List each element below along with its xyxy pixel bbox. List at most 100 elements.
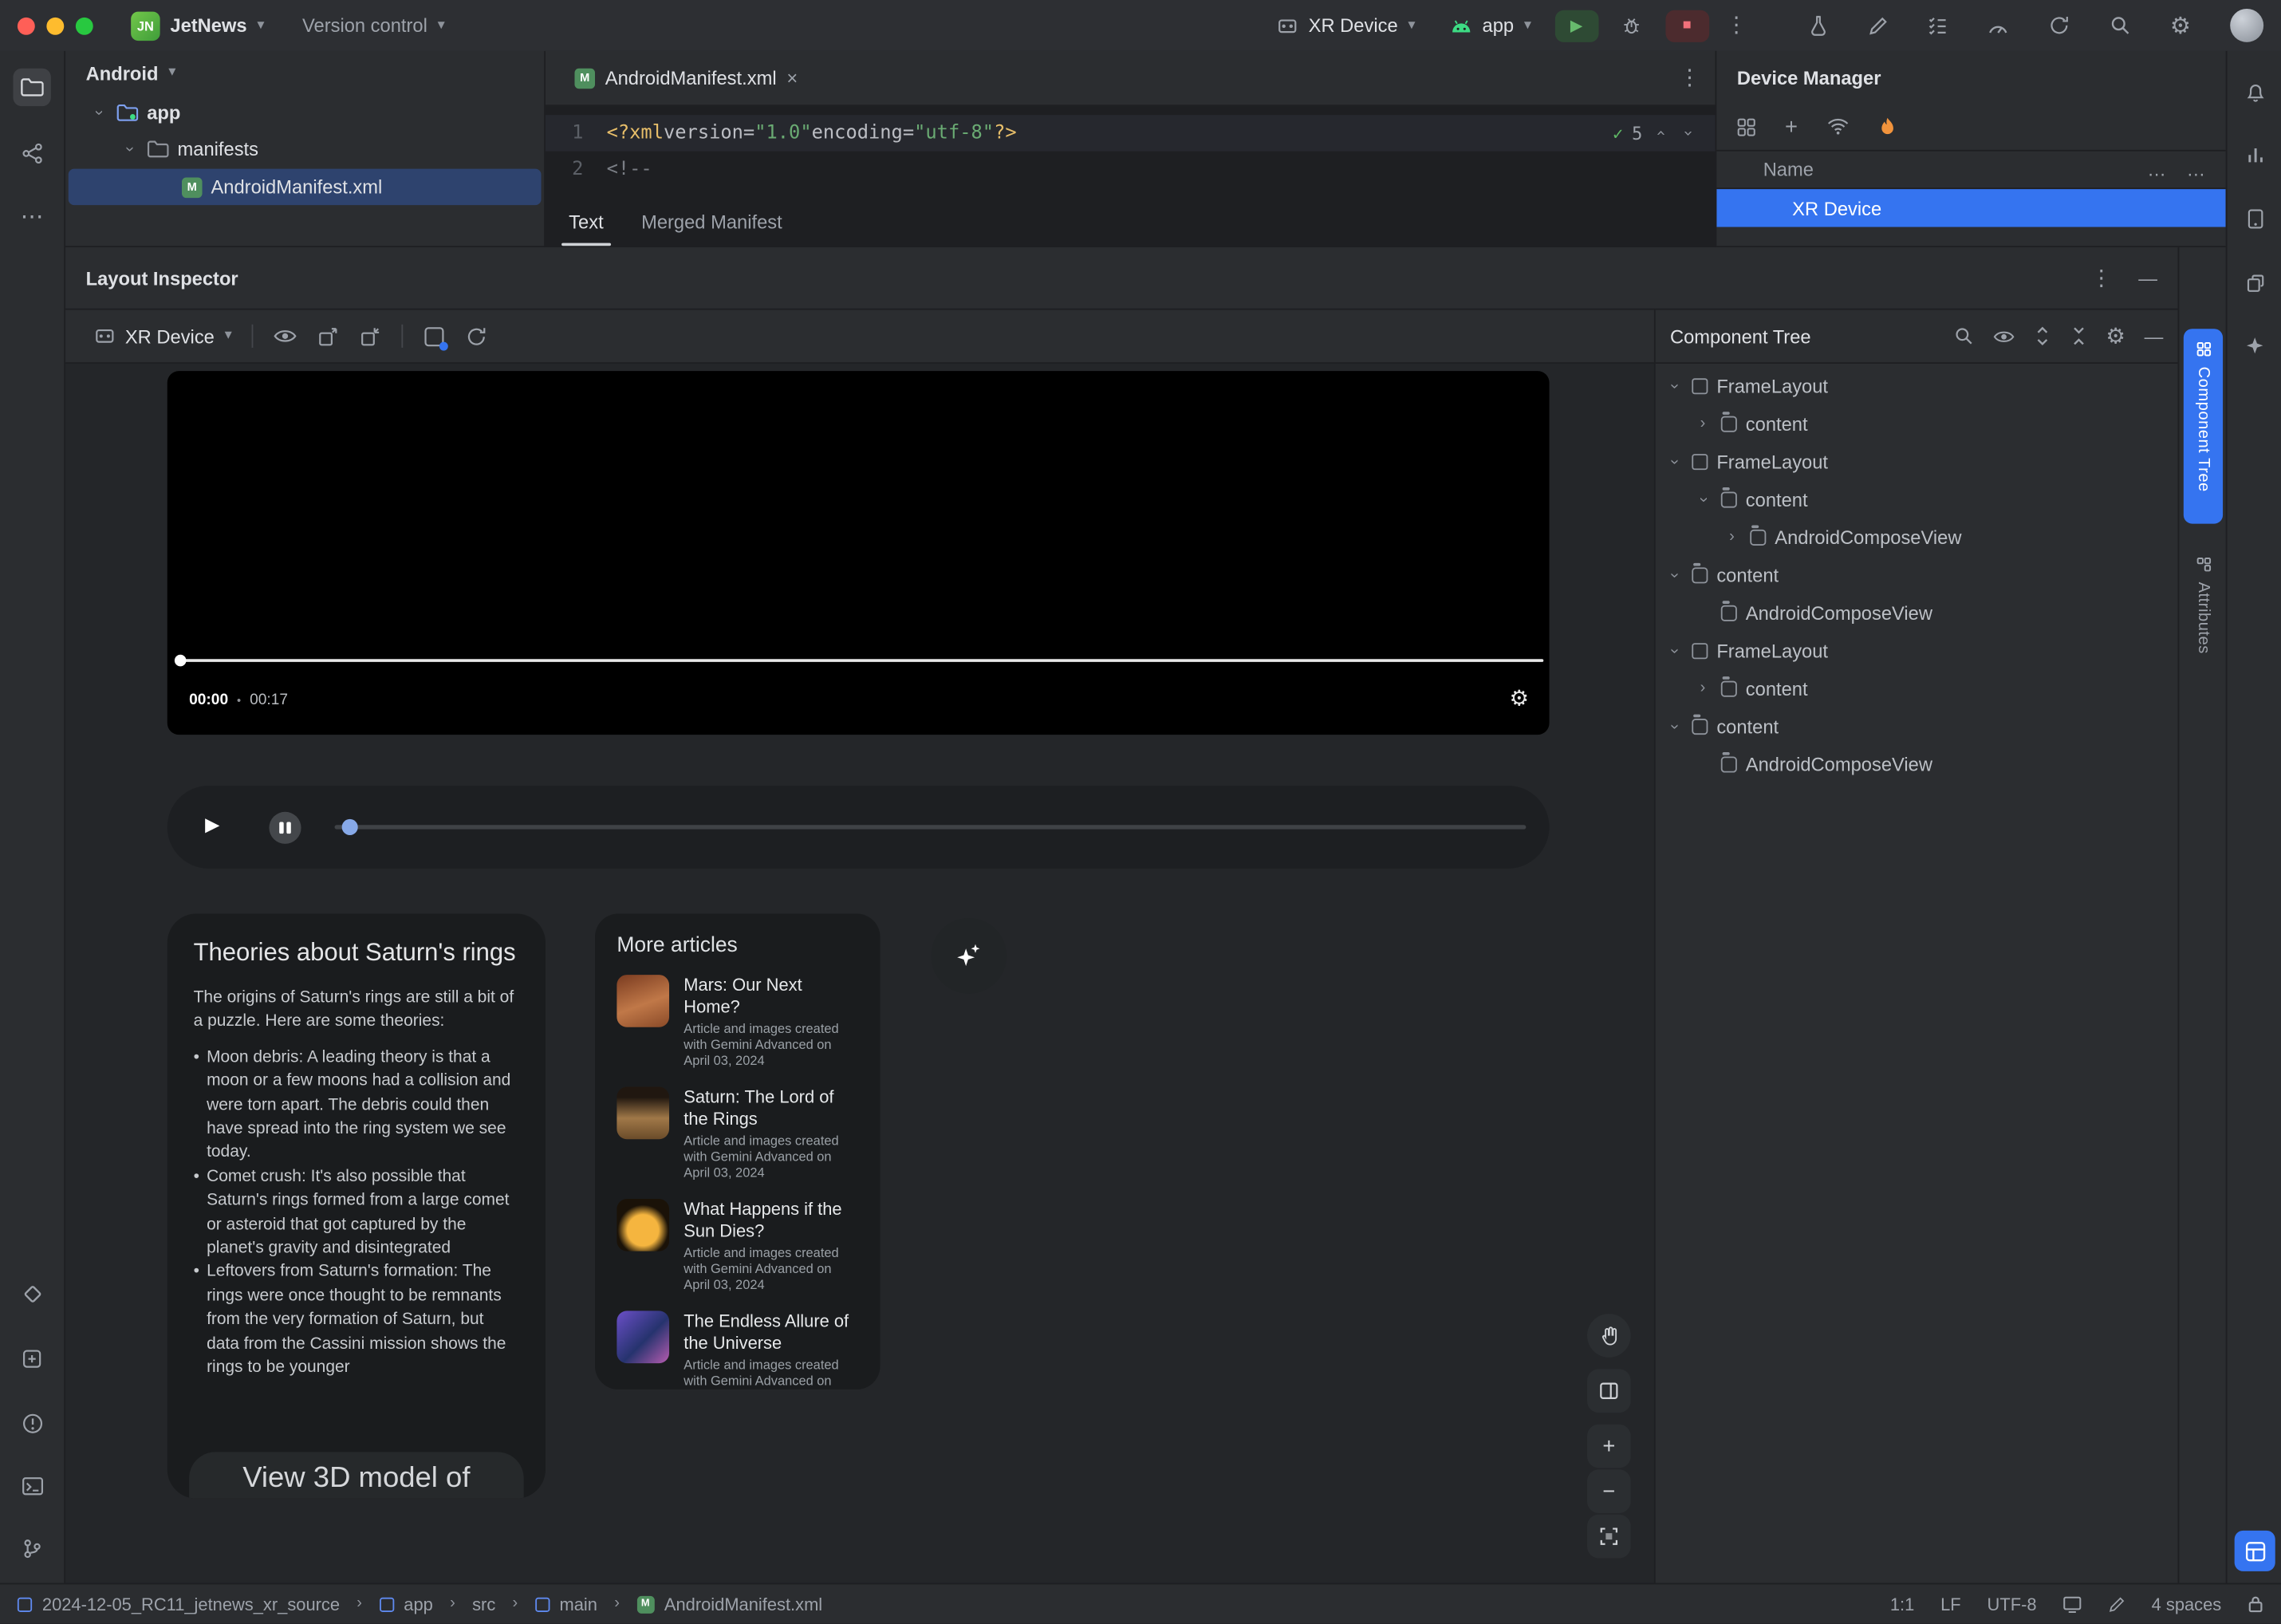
close-window-button[interactable] (17, 16, 35, 34)
view-options-icon[interactable] (274, 327, 297, 345)
device-explorer-button[interactable] (13, 1340, 50, 1378)
tree-node-manifests[interactable]: › manifests (65, 131, 544, 168)
indent-setting[interactable]: 4 spaces (2152, 1594, 2222, 1614)
notifications-icon[interactable] (2236, 73, 2273, 110)
tree-node[interactable]: › content (1656, 707, 2178, 744)
gemini-icon[interactable] (2236, 327, 2273, 365)
device-render-canvas[interactable]: 00:00 • 00:17 ⚙ ▶ Theories about Saturn'… (65, 364, 1654, 1583)
tree-node[interactable]: › FrameLayout (1656, 367, 2178, 404)
pan-mode-button[interactable] (1586, 1314, 1631, 1358)
filter-view-icon[interactable] (1992, 328, 2014, 344)
breadcrumb-item[interactable]: app (404, 1594, 433, 1614)
project-view-selector[interactable]: Android ▾ (65, 51, 544, 95)
close-tab-icon[interactable]: × (786, 67, 798, 89)
project-tool-button[interactable] (13, 68, 51, 107)
more-run-actions-button[interactable]: ⋮ (1715, 10, 1759, 41)
tree-node[interactable]: AndroidComposeView (1656, 593, 2178, 631)
expand-chevron[interactable]: › (1695, 490, 1712, 509)
tree-node[interactable]: › content (1656, 404, 2178, 442)
export-snapshot-icon[interactable] (317, 325, 339, 347)
firebase-icon[interactable] (1877, 116, 1897, 137)
pair-wifi-icon[interactable] (1827, 118, 1849, 136)
file-encoding[interactable]: UTF-8 (1988, 1594, 2037, 1614)
view-mode-button[interactable] (1586, 1369, 1631, 1413)
tree-node[interactable]: › AndroidComposeView (1656, 518, 2178, 555)
ai-assistant-icon[interactable] (1808, 14, 1829, 36)
inspector-device-selector[interactable]: XR Device ▾ (95, 325, 232, 347)
next-issue-icon[interactable]: › (1679, 124, 1698, 143)
sync-icon[interactable] (2048, 14, 2070, 36)
tab-attributes[interactable]: Attributes (2184, 544, 2223, 684)
seek-slider-thumb[interactable] (341, 818, 358, 835)
expand-chevron[interactable]: › (120, 140, 138, 159)
tab-merged-manifest[interactable]: Merged Manifest (641, 211, 782, 232)
line-separator[interactable]: LF (1940, 1594, 1961, 1614)
project-widget[interactable]: JN JetNews ▾ (131, 10, 265, 41)
tab-component-tree[interactable]: Component Tree (2183, 329, 2224, 524)
run-button[interactable]: ▶ (1554, 9, 1598, 41)
reader-mode-icon[interactable] (2062, 1595, 2082, 1613)
expand-chevron[interactable]: › (1665, 566, 1683, 585)
zoom-out-button[interactable]: − (1586, 1469, 1631, 1513)
column-options-icon[interactable]: … (2147, 159, 2166, 180)
code-with-me-icon[interactable] (1867, 15, 1888, 36)
search-everywhere-icon[interactable] (2109, 14, 2130, 36)
zoom-window-button[interactable] (75, 16, 93, 34)
build-variants-icon[interactable] (2236, 136, 2273, 173)
video-settings-icon[interactable]: ⚙ (1509, 685, 1529, 711)
vcs-widget[interactable]: Version control ▾ (302, 14, 445, 36)
tree-settings-icon[interactable]: ⚙ (2106, 323, 2125, 349)
settings-icon[interactable]: ⚙ (2170, 11, 2191, 40)
collapse-all-icon[interactable] (2070, 326, 2087, 347)
device-row-xr[interactable]: XR Device (1716, 189, 2226, 227)
video-progress-thumb[interactable] (174, 654, 187, 667)
editor-tab[interactable]: M AndroidManifest.xml × (560, 51, 812, 104)
add-device-icon[interactable]: + (1785, 114, 1798, 139)
expand-chevron[interactable]: › (1693, 415, 1712, 432)
tree-node-manifest-file[interactable]: M AndroidManifest.xml (68, 168, 542, 206)
breadcrumb-item[interactable]: 2024-12-05_RC11_jetnews_xr_source (42, 1594, 340, 1614)
view-3d-model-button[interactable]: View 3D model of (189, 1452, 524, 1499)
video-progress-bar[interactable] (179, 659, 1544, 662)
expand-chevron[interactable]: › (1665, 376, 1683, 396)
live-updates-icon[interactable] (424, 325, 449, 350)
user-avatar[interactable] (2230, 8, 2264, 42)
running-devices-icon[interactable] (2236, 263, 2273, 301)
todo-icon[interactable] (1927, 16, 1948, 35)
import-snapshot-icon[interactable] (360, 325, 381, 347)
pause-button[interactable] (269, 810, 301, 844)
tree-node[interactable]: AndroidComposeView (1656, 745, 2178, 782)
inspections-widget-icon[interactable] (2108, 1595, 2125, 1613)
breadcrumb-item[interactable]: src (472, 1594, 495, 1614)
minimize-panel-icon[interactable]: — (2138, 267, 2157, 289)
tree-node[interactable]: › FrameLayout (1656, 632, 2178, 669)
seek-slider-track[interactable] (334, 825, 1527, 830)
tree-node[interactable]: › content (1656, 556, 2178, 593)
article-item[interactable]: Saturn: The Lord of the Rings Article and… (617, 1086, 858, 1182)
tree-node[interactable]: › content (1656, 669, 2178, 707)
profiler-icon[interactable] (1987, 17, 2008, 34)
cursor-position[interactable]: 1:1 (1890, 1594, 1914, 1614)
name-column-header[interactable]: Name (1763, 159, 1814, 180)
layout-inspector-tool-icon[interactable] (2234, 1530, 2275, 1571)
expand-chevron[interactable]: › (1723, 528, 1742, 545)
device-manager-icon[interactable] (2236, 199, 2273, 237)
problems-tool-button[interactable] (13, 1404, 50, 1441)
lock-icon[interactable] (2248, 1594, 2263, 1614)
expand-all-icon[interactable] (2033, 326, 2051, 347)
tree-node[interactable]: › FrameLayout (1656, 442, 2178, 479)
code-viewport[interactable]: 1 <?xml version= "1.0" encoding= "utf-8" ?>… (546, 106, 1716, 187)
breadcrumb-item[interactable]: AndroidManifest.xml (664, 1594, 822, 1614)
expand-chevron[interactable]: › (1665, 716, 1683, 735)
prev-issue-icon[interactable]: › (1651, 124, 1670, 143)
zoom-to-fit-button[interactable] (1586, 1514, 1631, 1559)
tab-text[interactable]: Text (561, 211, 611, 246)
search-icon[interactable] (1953, 326, 1974, 347)
expand-chevron[interactable]: › (90, 104, 108, 123)
play-icon[interactable]: ▶ (205, 814, 219, 834)
run-config-selector[interactable]: app ▾ (1450, 14, 1531, 37)
group-devices-icon[interactable] (1737, 117, 1756, 136)
stop-button[interactable]: ■ (1664, 9, 1709, 41)
expand-chevron[interactable]: › (1665, 451, 1683, 471)
article-item[interactable]: The Endless Allure of the Universe Articl… (617, 1311, 858, 1389)
